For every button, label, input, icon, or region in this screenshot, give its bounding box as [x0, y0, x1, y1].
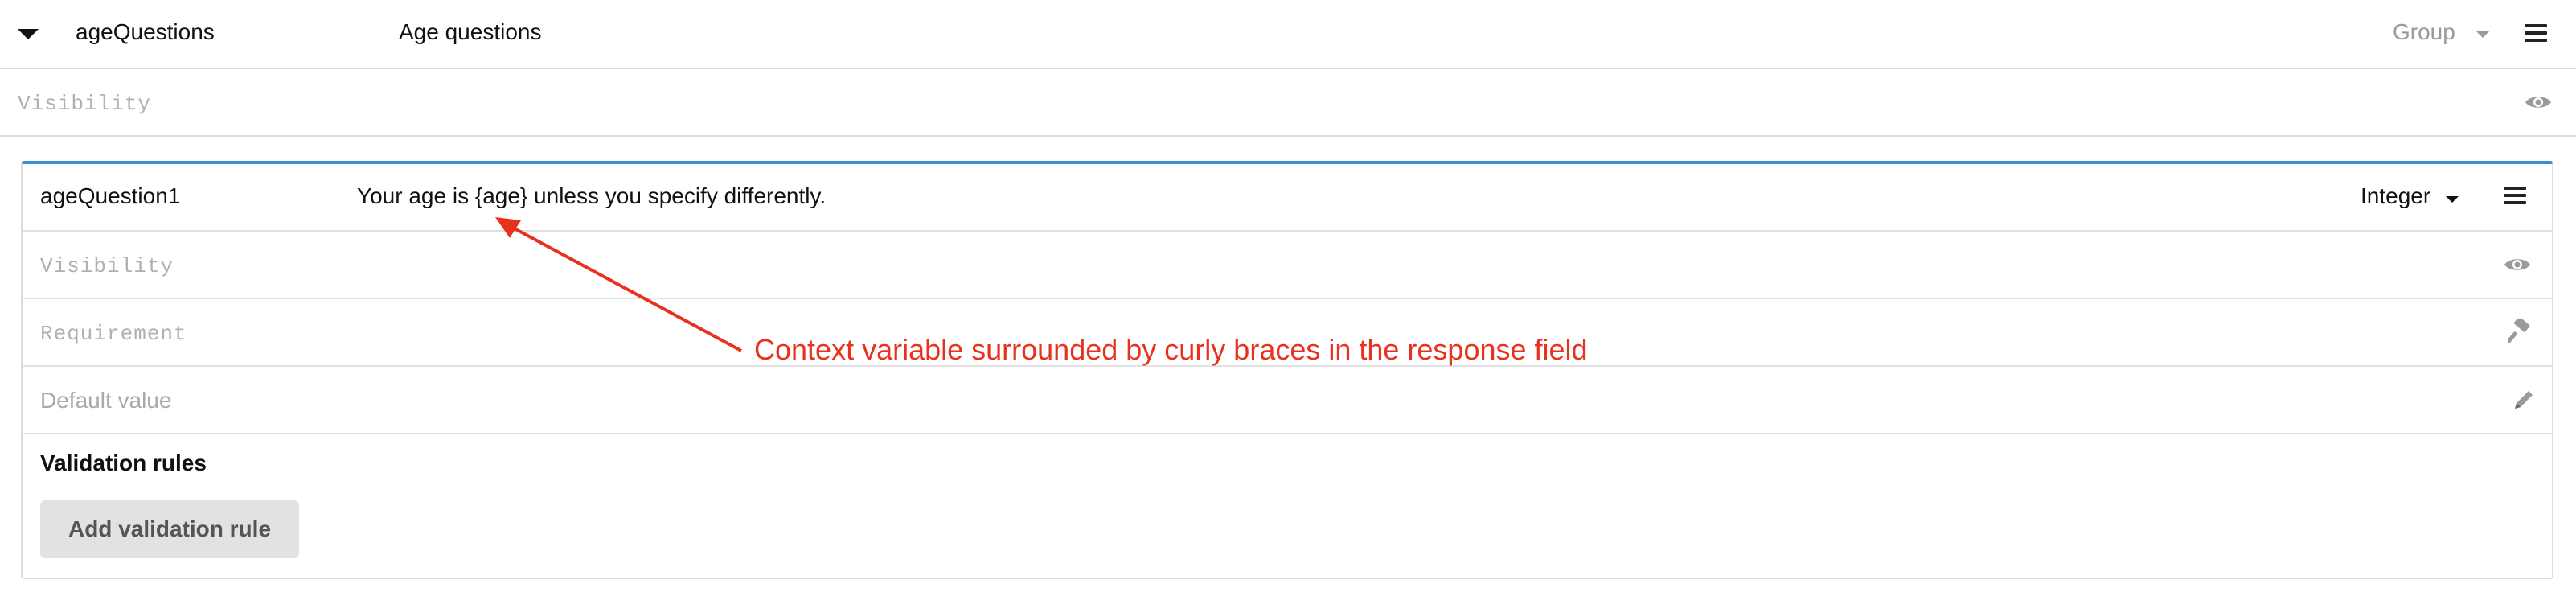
question-card: ageQuestion1 Your age is {age} unless yo…	[21, 161, 2553, 579]
question-header-row: ageQuestion1 Your age is {age} unless yo…	[23, 164, 2552, 232]
hamburger-menu-icon[interactable]	[2504, 187, 2526, 204]
question-label[interactable]: Your age is {age} unless you specify dif…	[357, 183, 826, 209]
eye-icon[interactable]	[2504, 256, 2531, 273]
group-name[interactable]: ageQuestions	[76, 19, 215, 45]
question-name[interactable]: ageQuestion1	[40, 183, 180, 209]
question-type-select[interactable]: Integer	[2361, 183, 2430, 209]
question-visibility-row[interactable]: Visibility	[23, 232, 2552, 299]
hamburger-menu-icon[interactable]	[2525, 24, 2547, 42]
question-visibility-field[interactable]: Visibility	[40, 254, 174, 278]
collapse-caret-icon[interactable]	[18, 29, 39, 39]
group-visibility-field[interactable]: Visibility	[18, 92, 151, 116]
question-default-value-field[interactable]: Default value	[40, 388, 171, 413]
annotation-text: Context variable surrounded by curly bra…	[754, 333, 1588, 366]
group-visibility-row[interactable]: Visibility	[0, 69, 2576, 137]
add-validation-rule-button[interactable]: Add validation rule	[40, 500, 299, 558]
chevron-down-icon[interactable]	[2476, 31, 2489, 38]
question-default-value-row[interactable]: Default value	[23, 367, 2552, 434]
validation-rules-title: Validation rules	[40, 450, 207, 475]
group-type-select[interactable]: Group	[2393, 19, 2455, 45]
chevron-down-icon[interactable]	[2446, 196, 2459, 203]
group-header-row: ageQuestions Age questions Group	[0, 0, 2576, 69]
pencil-icon[interactable]	[2512, 388, 2536, 412]
group-label[interactable]: Age questions	[399, 19, 541, 45]
gavel-icon[interactable]	[2508, 319, 2533, 344]
eye-icon[interactable]	[2525, 93, 2552, 111]
question-requirement-field[interactable]: Requirement	[40, 322, 187, 346]
